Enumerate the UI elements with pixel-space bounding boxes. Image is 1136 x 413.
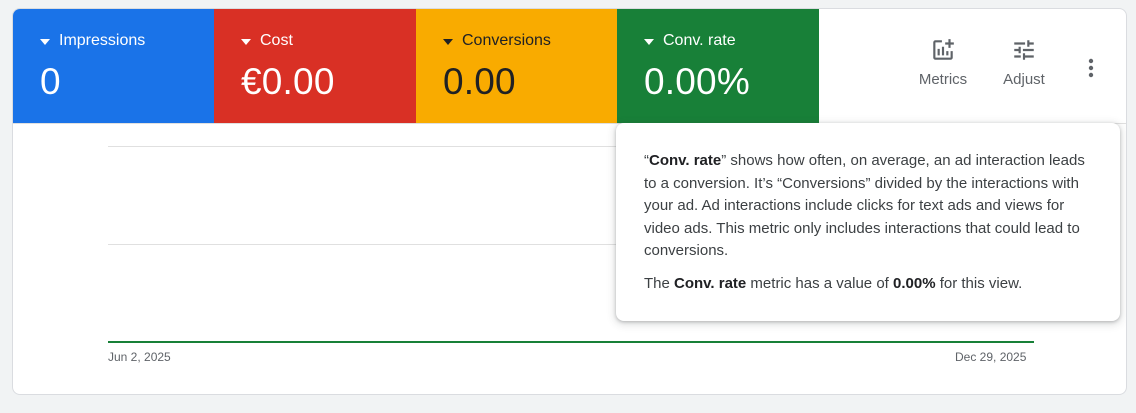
x-tick-label-end: Dec 29, 2025 xyxy=(955,350,1027,364)
metric-label-row: Conv. rate xyxy=(644,32,736,50)
tune-icon xyxy=(1014,40,1034,60)
metrics-button[interactable]: Metrics xyxy=(913,37,973,88)
add-chart-icon xyxy=(933,39,954,60)
caret-down-icon xyxy=(241,38,251,45)
caret-down-icon xyxy=(644,38,654,45)
metric-label: Cost xyxy=(260,32,293,49)
more-options-button[interactable] xyxy=(1081,56,1101,80)
metric-label: Conversions xyxy=(462,32,551,49)
conv-rate-series-line xyxy=(108,341,1034,343)
metric-value: 0.00 xyxy=(443,61,516,102)
metric-label-row: Conversions xyxy=(443,32,551,50)
tooltip-metric-name-2: Conv. rate xyxy=(674,274,747,292)
metric-label-row: Cost xyxy=(241,32,293,50)
more-vert-icon xyxy=(1088,58,1094,78)
tooltip-metric-name: Conv. rate xyxy=(649,152,722,169)
caret-down-icon xyxy=(40,38,50,45)
caret-down-icon xyxy=(443,38,453,45)
metric-tile-conversions[interactable]: Conversions 0.00 xyxy=(416,9,617,123)
metric-tile-cost[interactable]: Cost €0.00 xyxy=(214,9,416,123)
metric-label: Conv. rate xyxy=(663,32,736,49)
tooltip-mid: metric has a value of xyxy=(746,274,893,292)
metric-label-row: Impressions xyxy=(40,32,145,50)
x-tick-label-start: Jun 2, 2025 xyxy=(108,350,171,364)
metric-value: 0.00% xyxy=(644,61,750,102)
metric-tooltip: “Conv. rate” shows how often, on average… xyxy=(616,123,1120,321)
metrics-button-label: Metrics xyxy=(918,71,968,88)
adjust-button[interactable]: Adjust xyxy=(998,37,1050,88)
tooltip-value-sentence: The Conv. rate metric has a value of 0.0… xyxy=(644,273,1094,296)
metric-tile-impressions[interactable]: Impressions 0 xyxy=(13,9,214,123)
metric-label: Impressions xyxy=(59,32,146,49)
metric-tile-conv-rate[interactable]: Conv. rate 0.00% xyxy=(617,9,819,123)
tooltip-description: “Conv. rate” shows how often, on average… xyxy=(644,150,1094,263)
metric-value: 0 xyxy=(40,61,61,102)
tooltip-suffix: for this view. xyxy=(935,274,1023,292)
adjust-button-label: Adjust xyxy=(1003,71,1045,88)
tooltip-prefix: The xyxy=(644,274,675,292)
metric-value: €0.00 xyxy=(241,61,335,102)
performance-card: Impressions 0 Cost €0.00 Conversions 0.0… xyxy=(12,8,1127,395)
tooltip-metric-value: 0.00% xyxy=(893,274,936,292)
